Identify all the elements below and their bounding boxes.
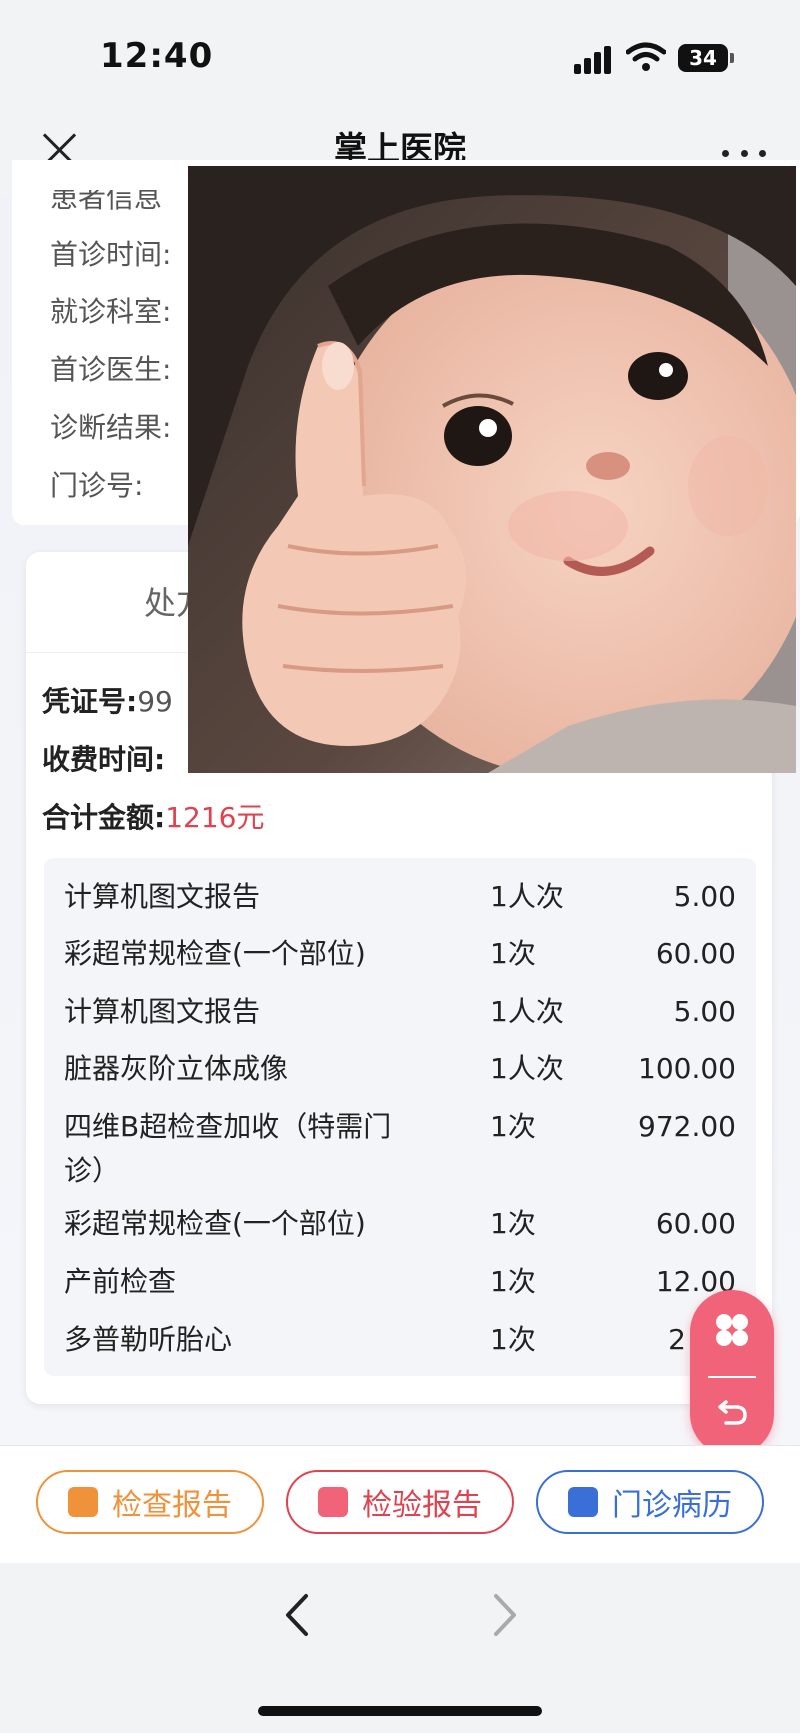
diagnosis-label: 诊断结果:: [50, 411, 172, 444]
lab-report-label: 检验报告: [362, 1488, 482, 1523]
total-label: 合计金额:: [42, 801, 166, 834]
item-name: 计算机图文报告: [64, 995, 261, 1028]
outpatient-record-label: 门诊病历: [612, 1488, 732, 1523]
signal-icon: [574, 44, 616, 74]
exam-report-icon: [68, 1487, 98, 1517]
apps-icon[interactable]: [714, 1312, 750, 1348]
item-price: 60.00: [655, 1207, 736, 1240]
more-icon[interactable]: [722, 150, 766, 158]
forward-arrow-icon[interactable]: [488, 1592, 522, 1638]
battery-icon: 34: [678, 44, 728, 72]
return-icon[interactable]: [716, 1394, 750, 1428]
voucher-row: 凭证号:99: [42, 680, 173, 720]
charge-time-label: 收费时间:: [42, 743, 166, 776]
exam-report-label: 检查报告: [112, 1488, 232, 1523]
item-quantity: 1人次: [490, 995, 564, 1028]
child-thumbs-up-illustration: [188, 166, 796, 773]
item-name: 四维B超检查加收（特需门诊）: [64, 1110, 392, 1187]
item-price: 100.00: [638, 1052, 736, 1085]
doctor-label: 首诊医生:: [50, 353, 172, 386]
item-quantity: 1人次: [490, 880, 564, 913]
item-quantity: 1次: [490, 1110, 536, 1143]
item-name: 多普勒听胎心: [64, 1323, 233, 1356]
item-price: 972.00: [638, 1110, 736, 1143]
outpatient-record-button[interactable]: 门诊病历: [536, 1470, 764, 1534]
item-quantity: 1次: [490, 1323, 536, 1356]
item-name: 彩超常规检查(一个部位): [64, 1207, 366, 1240]
item-quantity: 1人次: [490, 1052, 564, 1085]
department-label: 就诊科室:: [50, 295, 172, 328]
voucher-value: 99: [137, 685, 173, 718]
exam-report-button[interactable]: 检查报告: [36, 1470, 264, 1534]
overlay-photo-thumbs-up-child: [188, 166, 796, 773]
item-quantity: 1次: [490, 937, 536, 970]
item-price: 5.00: [673, 880, 736, 913]
total-row: 合计金额:1216元: [42, 796, 264, 836]
charge-time-row: 收费时间:: [42, 738, 165, 778]
item-name: 计算机图文报告: [64, 880, 261, 913]
first-visit-time-label: 首诊时间:: [50, 238, 172, 271]
status-time: 12:40: [100, 36, 214, 76]
wifi-icon: [626, 42, 666, 71]
item-name: 产前检查: [64, 1265, 177, 1298]
item-name: 彩超常规检查(一个部位): [64, 937, 366, 970]
lab-report-icon: [318, 1487, 348, 1517]
outpatient-number-label: 门诊号:: [50, 469, 144, 502]
item-price: 60.00: [655, 937, 736, 970]
total-amount: 1216元: [165, 801, 265, 834]
lab-report-button[interactable]: 检验报告: [286, 1470, 514, 1534]
item-price: 5.00: [673, 995, 736, 1028]
outpatient-record-icon: [568, 1487, 598, 1517]
back-arrow-icon[interactable]: [280, 1592, 314, 1638]
floating-menu-divider: [708, 1376, 756, 1378]
voucher-label: 凭证号:: [42, 685, 138, 718]
item-quantity: 1次: [490, 1207, 536, 1240]
item-quantity: 1次: [490, 1265, 536, 1298]
item-price: 2: [668, 1323, 686, 1356]
battery-cap: [730, 53, 734, 63]
home-indicator[interactable]: [258, 1706, 542, 1716]
item-name: 脏器灰阶立体成像: [64, 1052, 289, 1085]
